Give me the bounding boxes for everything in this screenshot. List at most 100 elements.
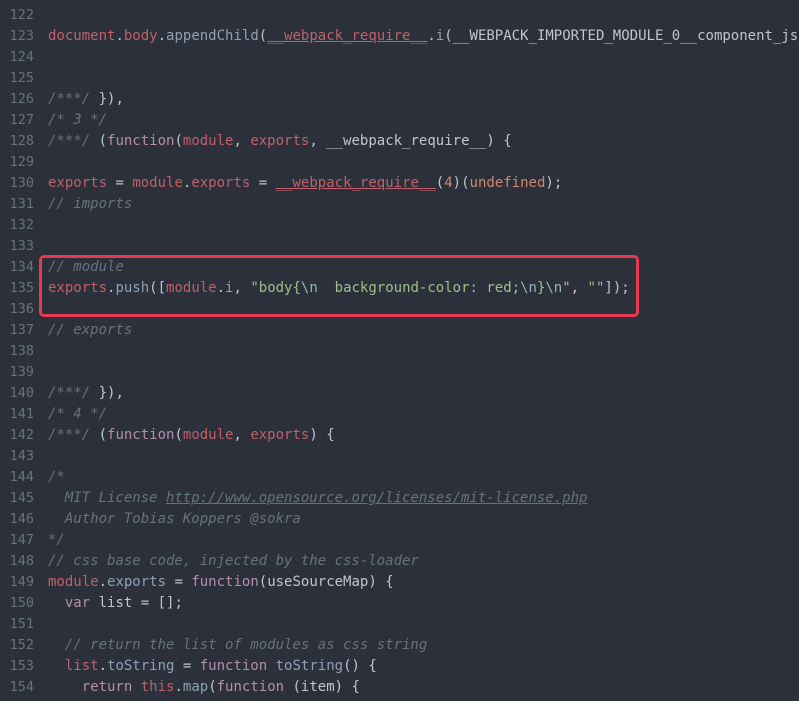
code-text: // css base code, injected by the css-lo…	[48, 551, 419, 572]
code-line[interactable]: 151	[0, 614, 799, 635]
code-token: =	[166, 574, 192, 590]
code-line[interactable]: 145 MIT License http://www.opensource.or…	[0, 488, 799, 509]
code-editor[interactable]: 122 123 document.body.appendChild(__webpac…	[0, 0, 799, 701]
code-token: function	[199, 658, 268, 674]
code-text: /*	[48, 467, 65, 488]
code-line[interactable]: 125	[0, 68, 799, 89]
code-text: /* 4 */	[48, 404, 107, 425]
code-line[interactable]: 139	[0, 362, 799, 383]
code-line[interactable]: 154 return this.map(function (item) {	[0, 677, 799, 698]
code-token: // css base code, injected by the css-lo…	[48, 553, 419, 569]
code-token: module	[182, 427, 234, 443]
line-number: 130	[9, 175, 34, 191]
line-number: 145	[9, 490, 34, 506]
code-line[interactable]: 122	[0, 5, 799, 26]
line-number: 141	[9, 406, 34, 422]
code-token: document	[48, 28, 116, 44]
code-text: // return the list of modules as css str…	[48, 635, 427, 656]
line-number: 127	[9, 112, 34, 128]
code-text: // imports	[48, 194, 132, 215]
line-number: 152	[9, 637, 34, 653]
code-token: (	[208, 679, 217, 695]
code-token: (	[174, 133, 183, 149]
code-line[interactable]: 147 */	[0, 530, 799, 551]
code-line[interactable]: 143	[0, 446, 799, 467]
code-token: ,	[233, 133, 251, 149]
line-number: 149	[9, 574, 34, 590]
code-token: (	[258, 28, 268, 44]
line-number: 139	[9, 364, 34, 380]
code-line[interactable]: 131 // imports	[0, 194, 799, 215]
code-token: body	[123, 28, 158, 44]
code-line[interactable]: 130 exports = module.exports = __webpack_…	[0, 173, 799, 194]
code-line[interactable]: 132	[0, 215, 799, 236]
code-token: function	[107, 133, 175, 149]
code-line[interactable]: 150 var list = [];	[0, 593, 799, 614]
code-token: 4	[444, 175, 453, 191]
code-line[interactable]: 138	[0, 341, 799, 362]
code-text: /* 3 */	[48, 110, 107, 131]
code-token: =	[250, 175, 276, 191]
code-text: */	[48, 530, 65, 551]
code-text: /***/ }),	[48, 89, 124, 110]
code-line[interactable]: 146 Author Tobias Koppers @sokra	[0, 509, 799, 530]
code-line[interactable]: 129	[0, 152, 799, 173]
code-token: (	[174, 427, 183, 443]
code-token: function	[191, 574, 259, 590]
code-text: // exports	[48, 320, 132, 341]
code-token: toString	[107, 658, 175, 674]
line-number: 142	[9, 427, 34, 443]
code-text: var list = [];	[48, 593, 183, 614]
code-token: return	[81, 679, 133, 695]
code-line[interactable]: 128/***/ (function(module, exports, __we…	[0, 131, 799, 152]
code-token: /*	[48, 469, 65, 485]
code-token: exports	[250, 427, 310, 443]
code-token: __webpack_require__	[326, 133, 487, 149]
code-token: )(	[452, 175, 470, 191]
line-number: 135	[9, 280, 34, 296]
code-token: (	[444, 28, 453, 44]
code-token: __WEBPACK_IMPORTED_MODULE_0__component_j…	[452, 28, 799, 44]
code-line[interactable]: 148 // css base code, injected by the css…	[0, 551, 799, 572]
code-token: ,	[309, 133, 327, 149]
code-token: exports	[250, 133, 310, 149]
code-token: (	[435, 175, 445, 191]
code-token: =	[174, 658, 200, 674]
line-number: 151	[9, 616, 34, 632]
line-number: 129	[9, 154, 34, 170]
code-line[interactable]: 137 // exports	[0, 320, 799, 341]
code-token: ) {	[486, 133, 512, 149]
code-line[interactable]: 149 module.exports = function(useSourceMa…	[0, 572, 799, 593]
line-number: 148	[9, 553, 34, 569]
code-token: */	[48, 532, 65, 548]
code-token: exports	[191, 175, 251, 191]
code-line[interactable]: 126 /***/ }),	[0, 89, 799, 110]
code-token: (	[90, 133, 108, 149]
code-line[interactable]: 152 // return the list of modules as css…	[0, 635, 799, 656]
code-line[interactable]: 127 /* 3 */	[0, 110, 799, 131]
code-line[interactable]: 123 document.body.appendChild(__webpack_r…	[0, 26, 799, 47]
code-line[interactable]: 124	[0, 47, 799, 68]
code-text: return this.map(function (item) {	[48, 677, 360, 698]
code-token: exports	[107, 574, 167, 590]
code-line[interactable]: 141 /* 4 */	[0, 404, 799, 425]
code-text: exports = module.exports = __webpack_req…	[48, 173, 562, 194]
code-token: /***/	[48, 91, 91, 107]
line-number: 134	[9, 259, 34, 275]
code-token: ) {	[309, 427, 335, 443]
code-line[interactable]: 133	[0, 236, 799, 257]
line-number: 132	[9, 217, 34, 233]
code-token: // exports	[48, 322, 133, 338]
line-number: 146	[9, 511, 34, 527]
line-number: 131	[9, 196, 34, 212]
code-line[interactable]: 140 /***/ }),	[0, 383, 799, 404]
code-line[interactable]: 153 list.toString = function toString() …	[0, 656, 799, 677]
code-token: () {	[343, 658, 377, 674]
code-text: Author Tobias Koppers @sokra	[48, 509, 301, 530]
line-number: 126	[9, 91, 34, 107]
code-line[interactable]: 144 /*	[0, 467, 799, 488]
code-line[interactable]: 142/***/ (function(module, exports) {	[0, 425, 799, 446]
code-token: __webpack_require__	[275, 175, 436, 191]
